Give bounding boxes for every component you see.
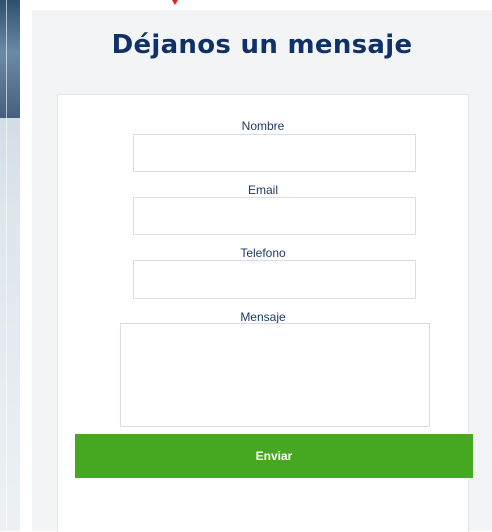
background-line [6,0,7,531]
form-title: Déjanos un mensaje [111,30,413,60]
contact-form: Nombre Email Telefono Mensaje Enviar [57,94,473,532]
background-image-strip [0,0,20,531]
phone-label: Telefono [240,246,286,260]
send-button[interactable]: Enviar [75,434,473,478]
send-button-label: Enviar [255,449,293,463]
contact-panel: Déjanos un mensaje Nombre Email Telefono… [32,10,492,532]
background-photo [0,0,20,118]
message-label: Mensaje [240,310,286,324]
phone-input[interactable] [133,260,416,299]
message-textarea[interactable] [120,323,430,427]
name-input[interactable] [133,134,416,172]
red-arrow-down-icon [172,0,178,5]
name-label: Nombre [241,119,285,133]
email-input[interactable] [133,197,416,235]
email-label: Email [247,183,278,197]
